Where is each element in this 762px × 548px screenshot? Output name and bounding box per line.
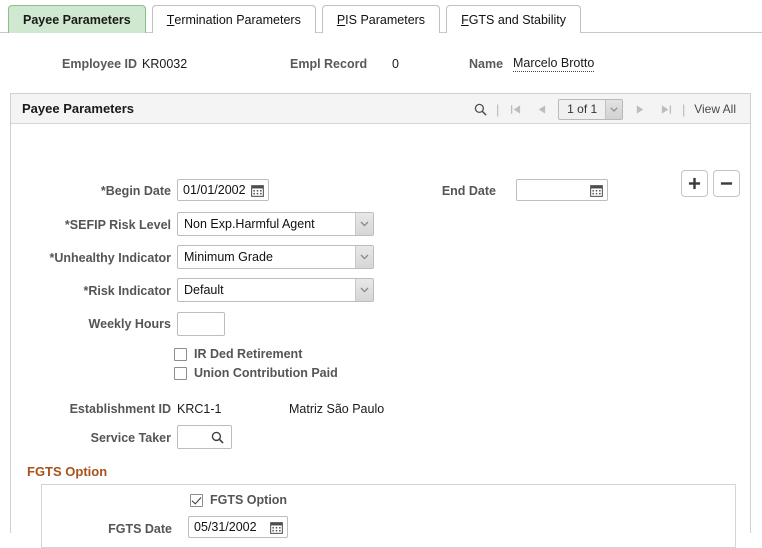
- service-taker-input[interactable]: [177, 425, 232, 449]
- tab-label: ermination Parameters: [174, 12, 301, 27]
- view-all-button[interactable]: View All: [688, 102, 744, 116]
- tab-accel-key: F: [461, 12, 469, 27]
- begin-date-input[interactable]: 01/01/2002: [177, 179, 269, 201]
- calendar-icon[interactable]: [251, 184, 264, 197]
- employee-id-value: KR0032: [142, 57, 188, 71]
- employee-id-label: Employee ID: [62, 57, 138, 71]
- tab-accel-key: T: [166, 12, 175, 27]
- empl-record-label: Empl Record: [290, 57, 368, 71]
- employee-header: Employee ID KR0032 Empl Record 0 Name Ma…: [0, 52, 762, 80]
- chevron-down-icon: [605, 99, 623, 119]
- fgts-option-label: FGTS Option: [210, 493, 288, 507]
- pager-divider: |: [495, 101, 500, 117]
- fgts-option-row[interactable]: FGTS Option: [190, 493, 287, 507]
- panel-body: *Begin Date 01/01/2002 End Date *SEFIP R…: [11, 124, 750, 548]
- service-taker-label: Service Taker: [90, 431, 171, 445]
- unhealthy-indicator-select[interactable]: Minimum Grade: [177, 245, 374, 269]
- chevron-down-icon: [355, 213, 373, 235]
- begin-date-label: *Begin Date: [100, 184, 171, 198]
- page-counter-dropdown[interactable]: 1 of 1: [558, 98, 624, 120]
- row-pager: | 1 of 1 | View All: [467, 94, 744, 124]
- last-page-icon[interactable]: [653, 95, 679, 123]
- employee-name-label: Name: [469, 57, 504, 71]
- chevron-down-icon: [355, 246, 373, 268]
- fgts-option-checkbox[interactable]: [190, 493, 203, 507]
- fgts-option-group-title: FGTS Option: [27, 464, 108, 479]
- search-icon[interactable]: [467, 95, 493, 123]
- risk-indicator-value: Default: [184, 283, 224, 297]
- union-contribution-paid-row[interactable]: Union Contribution Paid: [174, 366, 338, 380]
- establishment-description: Matriz São Paulo: [289, 402, 385, 416]
- weekly-hours-input[interactable]: [177, 312, 225, 336]
- unhealthy-indicator-value: Minimum Grade: [184, 250, 273, 264]
- tab-label: GTS and Stability: [468, 12, 566, 27]
- tab-fgts-and-stability[interactable]: F GTS and Stability: [446, 5, 581, 33]
- employee-name-value: Marcelo Brotto: [513, 56, 595, 72]
- pager-divider: |: [681, 101, 686, 117]
- calendar-icon[interactable]: [590, 184, 603, 197]
- delete-row-button[interactable]: [713, 170, 740, 197]
- ir-ded-retirement-row[interactable]: IR Ded Retirement: [174, 347, 302, 361]
- add-row-button[interactable]: [681, 170, 708, 197]
- union-contribution-paid-checkbox[interactable]: [174, 366, 187, 380]
- begin-date-value: 01/01/2002: [183, 183, 246, 197]
- next-page-icon[interactable]: [627, 95, 653, 123]
- chevron-down-icon: [355, 279, 373, 301]
- union-contribution-paid-label: Union Contribution Paid: [194, 366, 338, 380]
- lookup-search-icon[interactable]: [211, 431, 224, 444]
- establishment-id-label: Establishment ID: [69, 402, 171, 416]
- sefip-risk-level-value: Non Exp.Harmful Agent: [184, 217, 315, 231]
- sefip-risk-level-label: *SEFIP Risk Level: [64, 218, 171, 232]
- panel-title: Payee Parameters: [22, 101, 135, 116]
- payee-parameters-panel: Payee Parameters | 1 of 1 | View All *Be…: [10, 93, 751, 548]
- fgts-option-group: FGTS Option FGTS Date 05/31/2002: [41, 484, 736, 548]
- tab-accel-key: P: [336, 12, 346, 27]
- end-date-label: End Date: [441, 184, 496, 198]
- tab-bar: Payee Parameters Termination Parameters …: [0, 0, 762, 33]
- weekly-hours-label: Weekly Hours: [88, 317, 171, 331]
- fgts-date-value: 05/31/2002: [194, 520, 257, 534]
- empl-record-value: 0: [392, 57, 399, 71]
- tab-label: IS Parameters: [345, 12, 426, 27]
- page-counter-label: 1 of 1: [567, 102, 598, 116]
- sefip-risk-level-select[interactable]: Non Exp.Harmful Agent: [177, 212, 374, 236]
- calendar-icon[interactable]: [270, 521, 283, 534]
- establishment-id-value: KRC1-1: [177, 402, 222, 416]
- tab-pis-parameters[interactable]: P IS Parameters: [321, 5, 441, 33]
- panel-header: Payee Parameters | 1 of 1 | View All: [11, 94, 750, 124]
- tab-payee-parameters[interactable]: Payee Parameters: [8, 5, 146, 33]
- ir-ded-retirement-checkbox[interactable]: [174, 347, 187, 361]
- tab-termination-parameters[interactable]: Termination Parameters: [151, 5, 316, 33]
- fgts-date-input[interactable]: 05/31/2002: [188, 516, 288, 538]
- ir-ded-retirement-label: IR Ded Retirement: [194, 347, 303, 361]
- unhealthy-indicator-label: *Unhealthy Indicator: [49, 251, 171, 265]
- fgts-date-label: FGTS Date: [108, 522, 172, 536]
- risk-indicator-label: *Risk Indicator: [83, 284, 171, 298]
- first-page-icon[interactable]: [502, 95, 528, 123]
- tab-label: Payee Parameters: [23, 12, 131, 27]
- risk-indicator-select[interactable]: Default: [177, 278, 374, 302]
- end-date-input[interactable]: [516, 179, 608, 201]
- previous-page-icon[interactable]: [528, 95, 554, 123]
